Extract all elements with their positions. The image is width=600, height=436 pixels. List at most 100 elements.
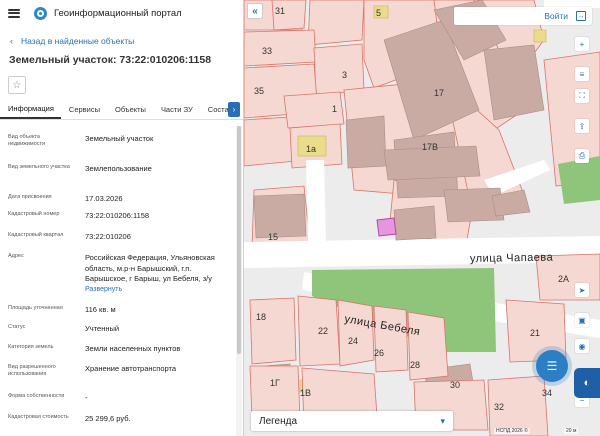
attribute-label: Статус bbox=[8, 324, 26, 330]
parcel-label: 3 bbox=[342, 70, 347, 80]
portal-title: Геоинформационный портал bbox=[54, 7, 182, 19]
parcel[interactable] bbox=[373, 305, 409, 373]
locate-icon[interactable]: ➤ bbox=[575, 283, 589, 297]
attribute-value: - bbox=[85, 393, 88, 402]
attribute-value: Земельный участок bbox=[85, 134, 154, 143]
chevron-left-icon: ‹ bbox=[10, 36, 13, 46]
back-link-label: Назад в найденные объекты bbox=[21, 36, 135, 46]
parcel-label: 18 bbox=[256, 312, 266, 322]
tab-land-parts[interactable]: Части ЗУ bbox=[153, 105, 200, 119]
zoom-in-button[interactable]: + bbox=[575, 37, 589, 51]
parcel-label: 5 bbox=[376, 8, 381, 18]
parcel-label: 30 bbox=[450, 380, 460, 390]
fullscreen-icon[interactable]: ▣ bbox=[575, 313, 589, 327]
login-icon: → bbox=[576, 11, 586, 21]
attribute-label: Форма собственности bbox=[8, 393, 65, 399]
chat-icon: ☰ bbox=[546, 359, 558, 373]
parcel-label: 21 bbox=[530, 328, 540, 338]
attribute-label: Кадастровая стоимость bbox=[8, 414, 69, 420]
collapse-panel-button[interactable]: « bbox=[247, 3, 263, 19]
tabs-scroll-right-button[interactable]: › bbox=[228, 102, 240, 117]
portal-logo-icon bbox=[34, 6, 47, 20]
attribute-value: 73:22:010206 bbox=[85, 232, 131, 241]
login-button[interactable]: Войти → bbox=[454, 7, 592, 25]
building[interactable] bbox=[483, 44, 545, 121]
parcel-label: 22 bbox=[318, 326, 328, 336]
parcel-label: 17 bbox=[434, 88, 444, 98]
layers-button[interactable]: ≡ bbox=[575, 67, 589, 81]
road bbox=[306, 160, 326, 242]
attribute-label: Вид разрешенного использования bbox=[8, 364, 56, 378]
attribute-value: 25 299,6 руб. bbox=[85, 414, 131, 423]
attribute-value: Учтенный bbox=[85, 324, 120, 333]
parcel-label: 26 bbox=[374, 348, 384, 358]
green-area bbox=[558, 156, 600, 204]
parcel[interactable] bbox=[313, 43, 365, 97]
legend-label: Легенда bbox=[259, 415, 298, 427]
attribute-label: Вид земельного участка bbox=[8, 164, 70, 170]
print-icon[interactable]: ⎙ bbox=[575, 149, 589, 163]
map-attribution: НСПД 2026 © bbox=[494, 428, 530, 434]
attribute-label: Адрес bbox=[8, 253, 24, 259]
attribute-label: Кадастровый номер bbox=[8, 211, 60, 217]
parcel[interactable] bbox=[307, 0, 365, 46]
chat-assistant-button[interactable]: ☰ bbox=[536, 350, 568, 382]
attribute-label: Вид объекта недвижимости bbox=[8, 134, 46, 148]
panel-scrollbar[interactable] bbox=[236, 126, 242, 436]
legend-dropdown[interactable]: Легенда ▾ bbox=[251, 411, 453, 431]
top-bar: Геоинформационный портал bbox=[0, 0, 243, 26]
parcel[interactable] bbox=[244, 29, 317, 67]
page-title: Земельный участок: 73:22:010206:1158 bbox=[9, 54, 212, 66]
gosuslugi-button[interactable]: ◐ bbox=[574, 368, 600, 398]
parcel-label: 1В bbox=[300, 388, 311, 398]
parcel-label: 31 bbox=[275, 6, 285, 16]
select-area-icon[interactable]: ⛶ bbox=[575, 89, 589, 103]
parcel-label: 34 bbox=[542, 388, 552, 398]
scale-bar: 20 м bbox=[564, 428, 579, 434]
parcel[interactable] bbox=[337, 299, 375, 367]
building[interactable] bbox=[253, 193, 307, 239]
attribute-value: 17.03.2026 bbox=[85, 194, 123, 203]
small-structure bbox=[533, 29, 547, 43]
parcel[interactable] bbox=[249, 297, 297, 365]
parcel-label: 15 bbox=[268, 232, 278, 242]
tab-services[interactable]: Сервисы bbox=[61, 105, 107, 119]
attribute-label: Кадастровый квартал bbox=[8, 232, 64, 238]
parcel-label: 17В bbox=[422, 142, 438, 152]
panel-scrollbar-thumb[interactable] bbox=[237, 126, 241, 354]
parcel-label: 24 bbox=[348, 336, 358, 346]
tab-objects[interactable]: Объекты bbox=[107, 105, 153, 119]
address-value: Российская Федерация, Ульяновская област… bbox=[85, 253, 215, 283]
star-icon: ☆ bbox=[12, 79, 22, 91]
login-label: Войти bbox=[544, 11, 568, 21]
menu-icon[interactable] bbox=[8, 8, 20, 18]
expand-address-link[interactable]: Развернуть bbox=[85, 286, 122, 293]
attribute-label: Площадь уточненная bbox=[8, 305, 63, 311]
attribute-value: Землепользование bbox=[85, 164, 152, 173]
back-to-results-link[interactable]: ‹ Назад в найденные объекты bbox=[10, 36, 243, 46]
parcel-label: 32 bbox=[494, 402, 504, 412]
attribute-value: 73:22:010206:1158 bbox=[85, 211, 150, 220]
parcel-label: 28 bbox=[410, 360, 420, 370]
building[interactable] bbox=[345, 115, 387, 169]
geolocation-icon[interactable]: ◉ bbox=[575, 339, 589, 353]
tab-bar: Информация Сервисы Объекты Части ЗУ Сост… bbox=[0, 101, 243, 120]
parcel-label: 1а bbox=[306, 144, 316, 154]
parcel-label: 1 bbox=[332, 104, 337, 114]
favorite-star-button[interactable]: ☆ bbox=[8, 76, 26, 94]
building[interactable] bbox=[393, 205, 437, 241]
attribute-value: 116 кв. м bbox=[85, 305, 116, 314]
parcel-label: 33 bbox=[262, 46, 272, 56]
gosuslugi-icon: ◐ bbox=[583, 377, 591, 389]
parcel-label: 2А bbox=[558, 274, 569, 284]
selected-parcel[interactable] bbox=[376, 217, 397, 237]
info-panel: Геоинформационный портал ‹ Назад в найде… bbox=[0, 0, 244, 436]
share-icon[interactable]: ⇪ bbox=[575, 119, 589, 133]
tab-information[interactable]: Информация bbox=[0, 104, 61, 119]
attribute-value: Земли населенных пунктов bbox=[85, 344, 181, 353]
parcel-label: 1Г bbox=[270, 378, 280, 388]
attribute-label: Категория земель bbox=[8, 344, 54, 350]
attribute-label: Дата присвоения bbox=[8, 194, 52, 200]
attribute-value: Хранение автотранспорта bbox=[85, 364, 177, 373]
chevron-down-icon: ▾ bbox=[440, 415, 445, 426]
